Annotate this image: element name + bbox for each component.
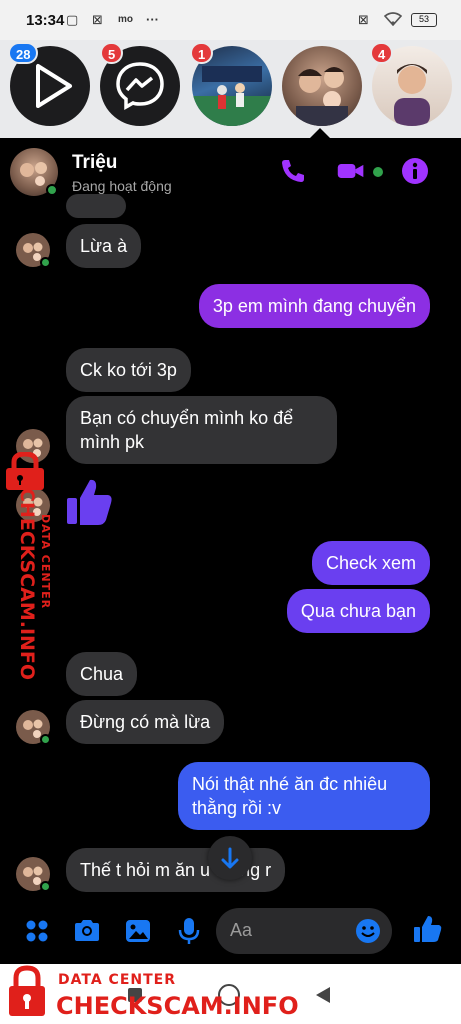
online-dot xyxy=(40,881,51,892)
video-camera-icon[interactable] xyxy=(336,156,366,186)
notification-icon: ▢ xyxy=(66,12,79,27)
info-icon[interactable] xyxy=(400,156,430,186)
active-head-pointer xyxy=(310,128,330,138)
watermark-line2: CHECKSCAM.INFO xyxy=(56,992,299,1020)
message-bubble[interactable]: Đừng có mà lừa xyxy=(66,700,225,744)
message-input[interactable]: Aa xyxy=(216,908,392,954)
momo-icon: mo xyxy=(118,14,133,25)
image-icon[interactable] xyxy=(123,916,153,946)
message-bubble-partial xyxy=(66,194,126,218)
family-photo xyxy=(296,67,348,126)
watermark-line2: CHECKSCAM.INFO xyxy=(16,488,38,681)
status-time: 13:34 xyxy=(26,12,65,29)
message-bubble[interactable]: Bạn có chuyển mình ko để mình pk xyxy=(66,396,337,464)
message-bubble[interactable]: Chua xyxy=(66,652,138,696)
contact-name[interactable]: Triệu xyxy=(72,152,117,174)
watermark-line1: DATA CENTER xyxy=(58,972,176,988)
online-dot xyxy=(40,257,51,268)
video-online-dot xyxy=(373,167,383,177)
phone-icon[interactable] xyxy=(278,156,308,186)
online-dot xyxy=(40,734,51,745)
wifi-icon xyxy=(383,12,403,29)
battery-indicator: 53 xyxy=(411,13,437,27)
watermark-bottom: DATA CENTER CHECKSCAM.INFO xyxy=(0,964,461,1024)
message-bubble[interactable]: Lừa à xyxy=(66,224,142,268)
more-dots-icon: ··· xyxy=(146,12,159,27)
emoji-icon[interactable] xyxy=(354,917,382,945)
thumbs-up-icon[interactable] xyxy=(64,476,114,528)
thumbs-up-icon[interactable] xyxy=(412,914,442,944)
contact-status: Đang hoạt động xyxy=(72,178,172,194)
chat-head-badge: 5 xyxy=(100,42,124,64)
chat-panel: Triệu Đang hoạt động Lừa à 3p em mình đa… xyxy=(0,138,461,964)
chat-head-family-photo[interactable] xyxy=(282,46,362,126)
chat-head-badge: 1 xyxy=(190,42,214,64)
status-bar: 13:34 ▢ ⊠ mo ··· ⊠ 53 xyxy=(0,0,461,40)
message-bubble[interactable]: Thế t hỏi m ăn u thằng r xyxy=(66,848,286,892)
message-bubble[interactable]: Check xem xyxy=(311,541,430,585)
arrow-down-icon xyxy=(221,847,239,869)
microphone-icon[interactable] xyxy=(174,916,204,946)
message-bubble[interactable]: 3p em mình đang chuyển xyxy=(198,284,430,328)
message-bubble[interactable]: Ck ko tới 3p xyxy=(66,348,191,392)
apps-grid-icon[interactable] xyxy=(22,916,52,946)
message-bubble[interactable]: Nói thật nhé ăn đc nhiêu thằng rồi :v xyxy=(178,762,430,830)
message-composer: Aa xyxy=(0,902,461,964)
sim-off-icon: ⊠ xyxy=(358,12,369,27)
chat-heads-strip: 28 5 1 4 xyxy=(0,40,461,138)
camera-icon[interactable] xyxy=(72,916,102,946)
watermark-line1: DATA CENTER xyxy=(39,514,52,610)
chat-head-badge: 4 xyxy=(370,42,394,64)
app-notification-icon: ⊠ xyxy=(92,12,103,27)
message-bubble[interactable]: Qua chưa bạn xyxy=(286,589,430,633)
scroll-to-bottom-button[interactable] xyxy=(208,836,252,880)
online-dot xyxy=(46,184,58,196)
lock-icon xyxy=(9,965,45,1016)
lock-icon xyxy=(6,452,44,490)
chat-head-badge: 28 xyxy=(8,42,39,64)
message-input-placeholder: Aa xyxy=(230,920,253,940)
